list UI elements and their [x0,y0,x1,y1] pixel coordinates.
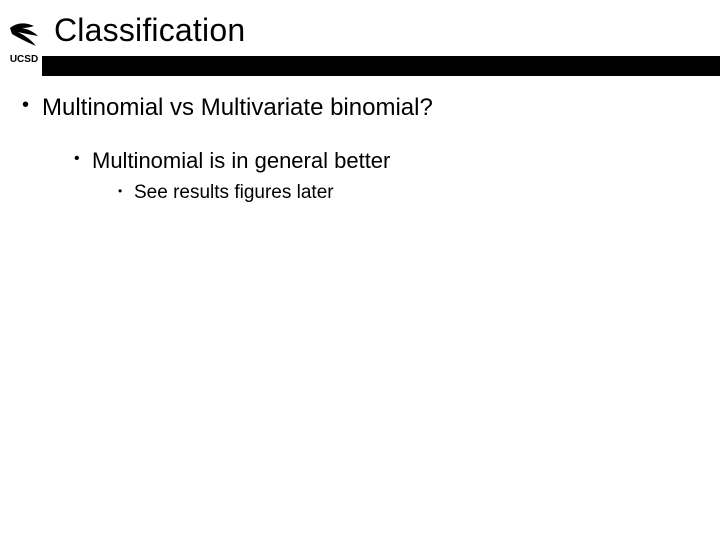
bullet-list-level2: Multinomial is in general better See res… [72,146,700,205]
ucsd-logo: UCSD [8,18,40,66]
bullet-level3-item: See results figures later [116,180,700,206]
slide-header: UCSD Classification [0,0,720,78]
title-underline-bar [42,56,720,76]
bullet-level1-item: Multinomial vs Multivariate binomial? Mu… [20,92,700,206]
bullet-level3-text: See results figures later [134,182,334,203]
slide: UCSD Classification Multinomial vs Multi… [0,0,720,540]
logo-text: UCSD [10,54,38,65]
bullet-level1-text: Multinomial vs Multivariate binomial? [42,94,433,121]
bullet-list-level3: See results figures later [116,180,700,206]
bullet-list-level1: Multinomial vs Multivariate binomial? Mu… [20,92,700,206]
bullet-level2-text: Multinomial is in general better [92,148,390,173]
slide-body: Multinomial vs Multivariate binomial? Mu… [20,92,700,230]
bullet-level2-item: Multinomial is in general better See res… [72,146,700,205]
slide-title: Classification [54,12,245,49]
